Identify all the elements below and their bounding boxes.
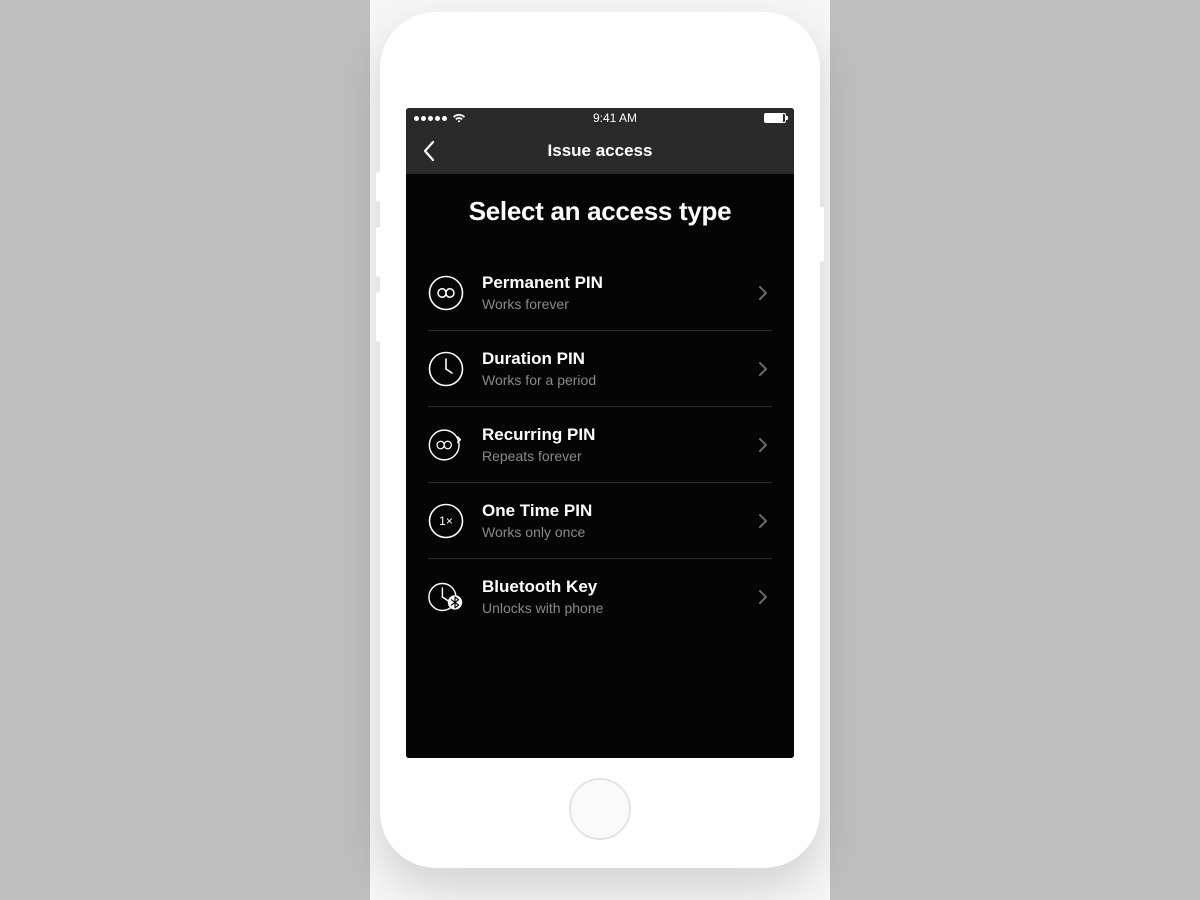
- phone-screen: 9:41 AM Issue access Select an access ty…: [406, 108, 794, 758]
- chevron-right-icon: [754, 284, 772, 302]
- option-bluetooth-key[interactable]: Bluetooth Key Unlocks with phone: [428, 559, 772, 634]
- page-title: Select an access type: [428, 196, 772, 227]
- option-text: One Time PIN Works only once: [482, 501, 736, 540]
- recurring-icon: [428, 427, 464, 463]
- option-title: Permanent PIN: [482, 273, 736, 293]
- infinity-icon: [428, 275, 464, 311]
- chevron-left-icon: [422, 140, 436, 162]
- nav-bar: Issue access: [406, 128, 794, 174]
- option-text: Duration PIN Works for a period: [482, 349, 736, 388]
- option-text: Bluetooth Key Unlocks with phone: [482, 577, 736, 616]
- option-subtitle: Unlocks with phone: [482, 600, 736, 616]
- option-title: One Time PIN: [482, 501, 736, 521]
- chevron-right-icon: [754, 588, 772, 606]
- wifi-icon: [452, 113, 466, 123]
- option-duration-pin[interactable]: Duration PIN Works for a period: [428, 331, 772, 407]
- signal-dots-icon: [414, 116, 447, 121]
- option-title: Bluetooth Key: [482, 577, 736, 597]
- chevron-right-icon: [754, 360, 772, 378]
- option-subtitle: Works forever: [482, 296, 736, 312]
- option-title: Duration PIN: [482, 349, 736, 369]
- page-background: 9:41 AM Issue access Select an access ty…: [370, 0, 830, 900]
- one-time-icon: 1×: [428, 503, 464, 539]
- status-time: 9:41 AM: [593, 111, 637, 125]
- chevron-right-icon: [754, 512, 772, 530]
- option-permanent-pin[interactable]: Permanent PIN Works forever: [428, 255, 772, 331]
- home-button[interactable]: [569, 778, 631, 840]
- svg-text:1×: 1×: [439, 514, 453, 528]
- option-subtitle: Repeats forever: [482, 448, 736, 464]
- status-left: [414, 113, 466, 123]
- option-subtitle: Works for a period: [482, 372, 736, 388]
- option-text: Permanent PIN Works forever: [482, 273, 736, 312]
- phone-side-button: [819, 207, 824, 262]
- option-subtitle: Works only once: [482, 524, 736, 540]
- content-area: Select an access type Permanent PIN Work…: [406, 174, 794, 758]
- status-bar: 9:41 AM: [406, 108, 794, 128]
- phone-side-button: [376, 227, 381, 277]
- phone-mockup: 9:41 AM Issue access Select an access ty…: [380, 12, 820, 868]
- phone-side-button: [376, 292, 381, 342]
- option-one-time-pin[interactable]: 1× One Time PIN Works only once: [428, 483, 772, 559]
- option-text: Recurring PIN Repeats forever: [482, 425, 736, 464]
- option-title: Recurring PIN: [482, 425, 736, 445]
- clock-icon: [428, 351, 464, 387]
- phone-side-button: [376, 172, 381, 202]
- bluetooth-key-icon: [428, 579, 464, 615]
- back-button[interactable]: [416, 138, 442, 164]
- option-recurring-pin[interactable]: Recurring PIN Repeats forever: [428, 407, 772, 483]
- chevron-right-icon: [754, 436, 772, 454]
- nav-title: Issue access: [406, 141, 794, 161]
- battery-icon: [764, 113, 786, 123]
